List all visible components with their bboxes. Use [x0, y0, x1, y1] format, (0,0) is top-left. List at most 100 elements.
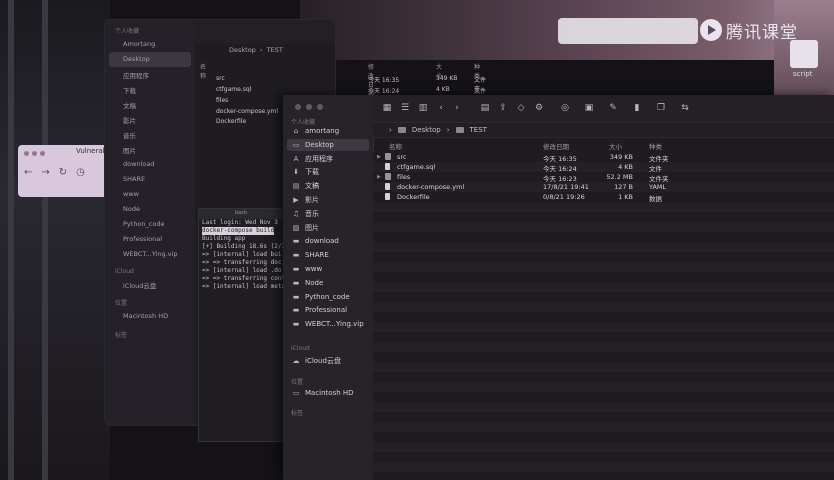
app-icon[interactable]: ▣: [583, 103, 595, 113]
sidebar-item[interactable]: Node: [105, 202, 195, 217]
sidebar-item[interactable]: 下载: [105, 82, 195, 97]
sidebar-item[interactable]: 图片: [105, 142, 195, 157]
table-row[interactable]: ▶ files 今天 16:23 52.2 MB 文件夹: [373, 172, 834, 183]
column-date[interactable]: 修改日期: [543, 141, 569, 151]
terminal-line: Building app: [202, 235, 246, 242]
column-name[interactable]: 名称: [200, 62, 206, 80]
forward-arrow-icon[interactable]: →: [41, 167, 49, 178]
sidebar-item[interactable]: ▤ 文稿: [287, 180, 369, 192]
back-arrow-icon[interactable]: ←: [24, 167, 32, 178]
sidebar-item[interactable]: WEBCT...Ying.vip: [105, 247, 195, 262]
view-icons-icon[interactable]: ▦: [381, 103, 393, 113]
terminal-icon[interactable]: ▮: [631, 103, 643, 113]
sidebar-item[interactable]: SHARE: [105, 172, 195, 187]
music-icon: ♫: [292, 209, 300, 218]
sidebar-item[interactable]: 应用程序: [105, 67, 195, 82]
sidebar-item-label: download: [305, 237, 339, 246]
chrome-icon[interactable]: ◎: [559, 103, 571, 113]
sidebar-item[interactable]: Professional: [105, 232, 195, 247]
column-name[interactable]: 名称: [389, 141, 402, 151]
sidebar-item[interactable]: Desktop: [109, 52, 191, 67]
sidebar-item[interactable]: ▬ SHARE: [287, 249, 369, 261]
sidebar-item[interactable]: www: [105, 187, 195, 202]
sidebar-item[interactable]: ⬇ 下载: [287, 166, 369, 178]
cell-name: Dockerfile: [397, 193, 430, 201]
zoom-button[interactable]: [317, 104, 323, 110]
sidebar-item[interactable]: ▬ Python_code: [287, 291, 369, 303]
sidebar-item-label: 应用程序: [305, 154, 333, 163]
breadcrumb-test[interactable]: TEST: [470, 126, 487, 134]
sidebar-item[interactable]: ▬ www: [287, 263, 369, 275]
cell-name: docker-compose.yml: [397, 183, 465, 191]
window-controls[interactable]: [295, 104, 323, 110]
sidebar-item[interactable]: ▶ 影片: [287, 194, 369, 206]
history-icon[interactable]: ◷: [76, 167, 85, 178]
forward-arrow-icon[interactable]: ›: [451, 103, 463, 113]
view-columns-icon[interactable]: ▥: [417, 103, 429, 113]
cell-size: 1 KB: [618, 193, 633, 201]
close-button[interactable]: [295, 104, 301, 110]
column-size[interactable]: 大小: [609, 141, 622, 151]
table-row[interactable]: docker-compose.yml 17/8/21 19:41 127 B YAML: [373, 182, 834, 192]
finder-window-front[interactable]: 个人收藏 ⌂ amortang ▭ Desktop A 应用程序 ⬇ 下载 ▤ 文稿 ▶ 影片 ♫ 音乐 ▨…: [283, 95, 834, 480]
edit-icon[interactable]: ✎: [607, 103, 619, 113]
sidebar-item-label: WEBCT...Ying.vip: [305, 320, 364, 329]
script-file-icon[interactable]: [790, 40, 818, 68]
terminal-line: => [internal] load meta: [202, 283, 286, 290]
sidebar-item-label: Python_code: [305, 292, 350, 301]
breadcrumb-test[interactable]: TEST: [267, 46, 283, 54]
sidebar-item[interactable]: 音乐: [105, 127, 195, 142]
table-row[interactable]: ▶ src 今天 16:35 349 KB 文件夹: [373, 152, 834, 163]
sidebar-item[interactable]: 影片: [105, 112, 195, 127]
back-arrow-icon[interactable]: ‹: [435, 103, 447, 113]
tag-icon[interactable]: ◇: [515, 103, 527, 113]
sidebar-item[interactable]: ▬ download: [287, 235, 369, 247]
terminal-line: => => transferring doc: [202, 259, 282, 266]
breadcrumb-arrow-icon[interactable]: ›: [389, 126, 392, 134]
wallpaper-stripe: [8, 0, 14, 480]
sidebar-item[interactable]: 文稿: [105, 97, 195, 112]
minimize-button[interactable]: [306, 104, 312, 110]
sidebar-item[interactable]: download: [105, 157, 195, 172]
sidebar-item[interactable]: ▭ Desktop: [287, 138, 369, 151]
group-icon[interactable]: ▤: [479, 103, 491, 113]
sidebar-item-label: 下载: [305, 168, 319, 177]
sidebar-item-label: Macintosh HD: [305, 389, 354, 397]
sidebar-item[interactable]: ▨ 图片: [287, 222, 369, 234]
breadcrumb-desktop[interactable]: Desktop: [229, 46, 256, 54]
sidebar-item[interactable]: ⌂ amortang: [287, 125, 369, 137]
reload-icon[interactable]: ↻: [59, 167, 67, 178]
sidebar-item[interactable]: Amortang: [105, 37, 195, 52]
script-file-label[interactable]: script: [793, 70, 813, 78]
share-icon[interactable]: ⇪: [497, 103, 509, 113]
cell-name: ctfgame.sql: [216, 86, 252, 93]
sidebar-item[interactable]: ▬ Professional: [287, 304, 369, 316]
cell-date: 今天 16:35: [368, 77, 400, 84]
sidebar-item[interactable]: ▬ Node: [287, 277, 369, 289]
sidebar-item-macintosh-hd[interactable]: ▭ Macintosh HD: [287, 387, 369, 399]
sidebar-item[interactable]: A 应用程序: [287, 153, 369, 165]
column-kind[interactable]: 种类: [649, 141, 662, 151]
terminal-window[interactable]: bash Last login: Wed Nov 3 docker-compos…: [198, 208, 292, 442]
terminal-line: Last login: Wed Nov 3: [202, 219, 278, 226]
disclosure-triangle-icon[interactable]: ▶: [377, 174, 381, 180]
browser-window[interactable]: Vulnerabi ← → ↻ ◷: [18, 145, 118, 197]
sidebar-item-icloud-drive[interactable]: ☁ iCloud云盘: [287, 355, 369, 367]
sidebar-item-icloud-drive[interactable]: iCloud云盘: [105, 277, 195, 292]
sidebar-item-macintosh-hd[interactable]: Macintosh HD: [105, 309, 195, 324]
browser-nav[interactable]: ← → ↻ ◷: [24, 167, 85, 178]
terminal-tab[interactable]: bash: [235, 210, 247, 216]
disclosure-triangle-icon[interactable]: ▶: [377, 154, 381, 160]
sidebar-item[interactable]: ▬ WEBCT...Ying.vip: [287, 318, 369, 330]
toggle-icon[interactable]: ⇆: [679, 103, 691, 113]
window-controls[interactable]: [24, 151, 45, 156]
sidebar-item[interactable]: ♫ 音乐: [287, 208, 369, 220]
view-list-icon[interactable]: ☰: [399, 103, 411, 113]
table-row[interactable]: Dockerfile 0/8/21 19:26 1 KB 数据: [373, 192, 834, 203]
table-row[interactable]: ctfgame.sql 今天 16:24 4 KB 文件: [373, 162, 834, 173]
breadcrumb-desktop[interactable]: Desktop: [412, 126, 441, 134]
action-gear-icon[interactable]: ⚙: [533, 103, 545, 113]
sidebar-item[interactable]: Python_code: [105, 217, 195, 232]
finder-back-sidebar: 个人收藏 Amortang Desktop 应用程序 下载 文稿 影片 音乐 图片 downlo…: [105, 20, 195, 425]
copy-icon[interactable]: ❐: [655, 103, 667, 113]
